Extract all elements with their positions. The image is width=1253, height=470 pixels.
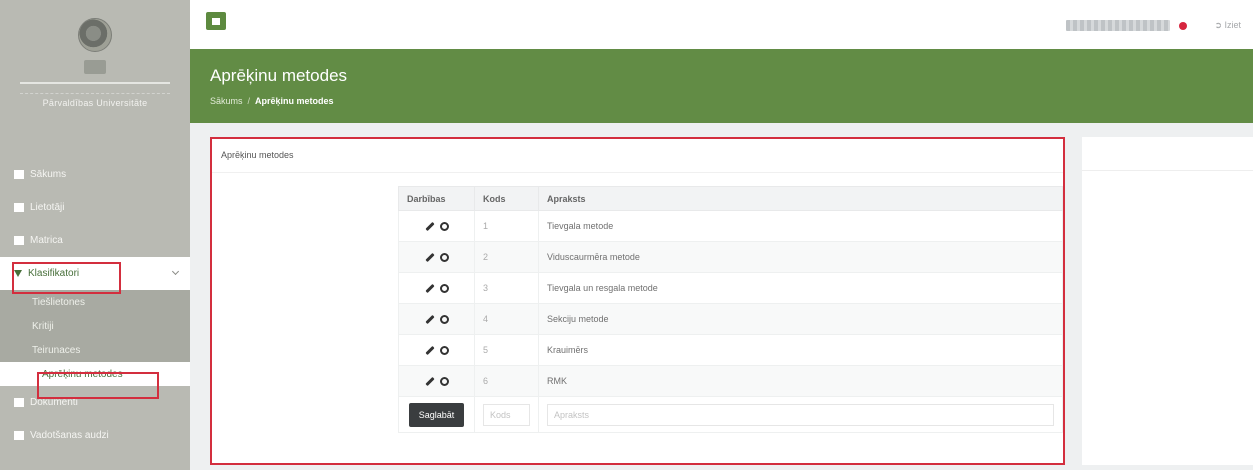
breadcrumb: Sākums / Aprēķinu metodes <box>210 96 1233 106</box>
delete-icon[interactable] <box>439 377 449 387</box>
row-description: Tievgala metode <box>538 210 1063 242</box>
col-header-description: Apraksts <box>538 186 1063 211</box>
notification-dot-icon[interactable] <box>1179 22 1187 30</box>
save-button[interactable]: Saglabāt <box>408 402 465 427</box>
sidebar-item-matrica[interactable]: Matrica <box>0 224 190 257</box>
delete-icon[interactable] <box>439 315 449 325</box>
top-bar: ➲ Iziet <box>190 0 1253 49</box>
breadcrumb-separator: / <box>247 96 251 106</box>
row-description: RMK <box>538 365 1063 397</box>
code-input[interactable] <box>483 403 530 426</box>
edit-icon[interactable] <box>424 345 435 356</box>
page-header: Aprēķinu metodes Sākums / Aprēķinu metodes <box>190 49 1253 123</box>
edit-icon[interactable] <box>424 283 435 294</box>
description-input-cell <box>538 396 1063 433</box>
table-row: 2 Viduscaurmēra metode <box>398 241 1063 273</box>
sidebar-item-lietotaji[interactable]: Lietotāji <box>0 191 190 224</box>
logout-label: Iziet <box>1224 20 1241 30</box>
breadcrumb-current: Aprēķinu metodes <box>255 96 334 106</box>
sidebar-item-label: Lietotāji <box>30 202 65 213</box>
new-entry-row: Saglabāt <box>398 396 1063 433</box>
row-description: Sekciju metode <box>538 303 1063 335</box>
sidebar-item-sakums[interactable]: Sākums <box>0 158 190 191</box>
col-header-actions: Darbības <box>398 186 475 211</box>
row-code: 6 <box>474 365 539 397</box>
panel-title: Aprēķinu metodes <box>212 139 1063 173</box>
file-icon <box>14 236 24 245</box>
sidebar-item-audzi[interactable]: Vadotšanas audzi <box>0 419 190 452</box>
save-cell: Saglabāt <box>398 396 475 433</box>
home-icon <box>14 170 24 179</box>
highlight-aprekinu-metodes <box>37 372 159 399</box>
edit-icon[interactable] <box>424 221 435 232</box>
methods-table: Darbības Kods Apraksts 1 Tievgala metode… <box>398 186 1063 433</box>
row-code: 4 <box>474 303 539 335</box>
sidebar-item-label: Matrica <box>30 235 63 246</box>
description-input[interactable] <box>547 403 1054 426</box>
col-header-code: Kods <box>474 186 539 211</box>
table-header-row: Darbības Kods Apraksts <box>398 186 1063 211</box>
breadcrumb-home[interactable]: Sākums <box>210 96 243 106</box>
menu-toggle-button[interactable] <box>206 12 226 30</box>
side-panel <box>1082 137 1253 465</box>
row-description: Viduscaurmēra metode <box>538 241 1063 273</box>
delete-icon[interactable] <box>439 346 449 356</box>
edit-icon[interactable] <box>424 376 435 387</box>
edit-icon[interactable] <box>424 252 435 263</box>
row-actions <box>398 365 475 397</box>
sidebar-subitem-3[interactable]: Teirunaces <box>0 338 190 362</box>
row-code: 3 <box>474 272 539 304</box>
document-icon <box>14 398 24 407</box>
page-title: Aprēķinu metodes <box>210 66 348 85</box>
row-actions <box>398 241 475 273</box>
sidebar-subitem-2[interactable]: Kritiji <box>0 314 190 338</box>
row-actions <box>398 303 475 335</box>
row-code: 1 <box>474 210 539 242</box>
row-code: 5 <box>474 334 539 366</box>
methods-panel: Aprēķinu metodes Darbības Kods Apraksts … <box>210 137 1065 465</box>
logo-text: Pārvaldības Universitāte <box>42 98 148 108</box>
logo-emblem-icon <box>78 18 112 52</box>
row-actions <box>398 334 475 366</box>
row-actions <box>398 272 475 304</box>
user-name-redacted[interactable] <box>1066 20 1170 31</box>
sidebar-item-label: Sākums <box>30 169 67 180</box>
delete-icon[interactable] <box>439 284 449 294</box>
sidebar-item-label: Vadotšanas audzi <box>30 430 109 441</box>
logo: Pārvaldības Universitāte <box>0 0 190 140</box>
highlight-klasifikatori <box>12 262 121 294</box>
row-description: Tievgala un resgala metode <box>538 272 1063 304</box>
edit-icon[interactable] <box>424 314 435 325</box>
delete-icon[interactable] <box>439 222 449 232</box>
menu-icon <box>212 17 220 25</box>
delete-icon[interactable] <box>439 253 449 263</box>
table-row: 1 Tievgala metode <box>398 210 1063 242</box>
table-row: 3 Tievgala un resgala metode <box>398 272 1063 304</box>
row-actions <box>398 210 475 242</box>
chevron-down-icon <box>171 267 180 276</box>
users-icon <box>14 203 24 212</box>
search-icon <box>14 431 24 440</box>
row-description: Krauimērs <box>538 334 1063 366</box>
logo-wave-icon <box>20 82 170 94</box>
table-row: 5 Krauimērs <box>398 334 1063 366</box>
table-row: 4 Sekciju metode <box>398 303 1063 335</box>
logo-mark-icon <box>84 60 106 74</box>
row-code: 2 <box>474 241 539 273</box>
sidebar: Pārvaldības Universitāte Sākums Lietotāj… <box>0 0 190 470</box>
logout-link[interactable]: ➲ Iziet <box>1214 20 1241 31</box>
side-panel-header <box>1082 137 1253 171</box>
sidebar-nav: Sākums Lietotāji Matrica Klasifikatori T… <box>0 158 190 452</box>
code-input-cell <box>474 396 539 433</box>
table-row: 6 RMK <box>398 365 1063 397</box>
